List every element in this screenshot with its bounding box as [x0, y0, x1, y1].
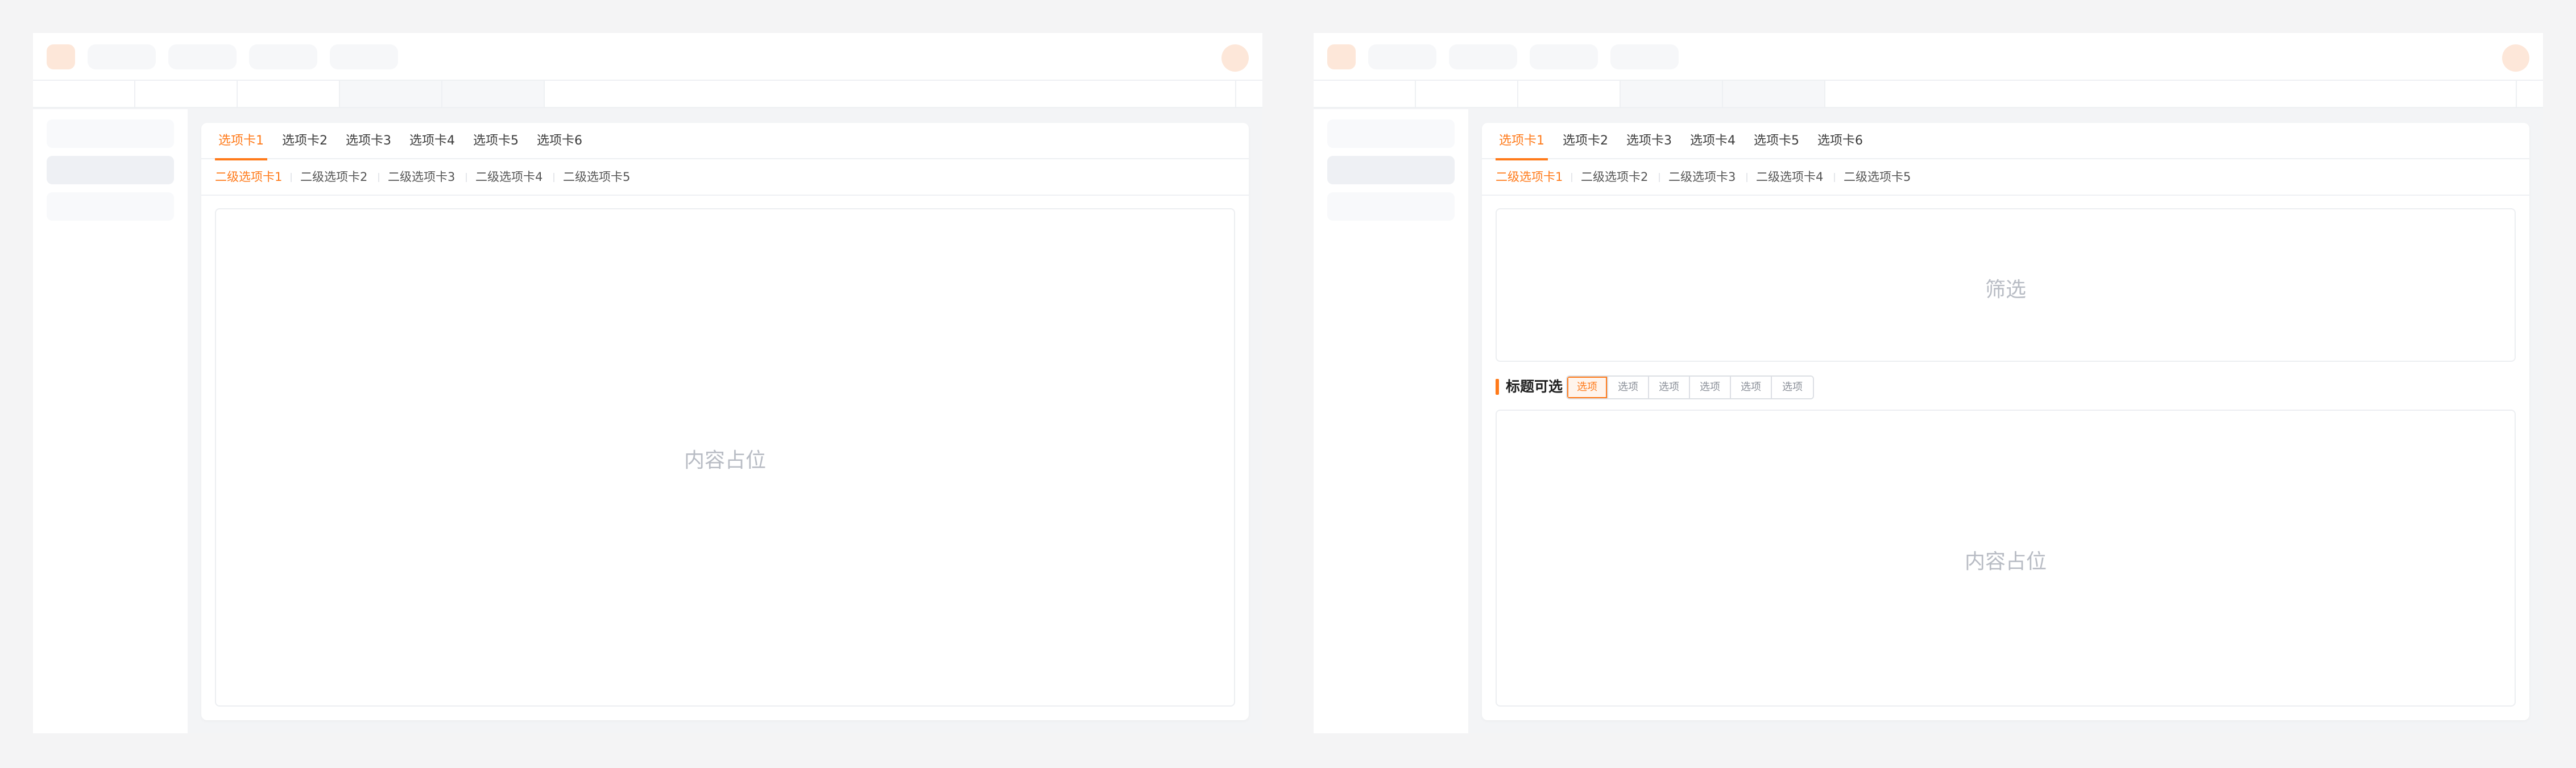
subtab-divider — [1834, 173, 1835, 182]
secondary-tabs: 二级选项卡1 二级选项卡2 二级选项卡3 二级选项卡4 二级选项卡5 — [1482, 159, 2529, 196]
top-bar — [33, 33, 1262, 81]
page-tab[interactable] — [442, 81, 545, 107]
content-area: 内容占位 — [1496, 410, 2516, 707]
tab-2[interactable]: 选项卡2 — [279, 123, 331, 159]
tab-5[interactable]: 选项卡5 — [1750, 123, 1803, 159]
content-placeholder: 内容占位 — [684, 449, 766, 472]
section-header: 标题可选 选项 选项 选项 选项 选项 选项 — [1496, 374, 2516, 399]
secondary-tabs: 二级选项卡1 二级选项卡2 二级选项卡3 二级选项卡4 二级选项卡5 — [201, 159, 1249, 196]
subtab-2[interactable]: 二级选项卡2 — [1581, 159, 1648, 195]
logo — [47, 44, 75, 69]
top-nav-item[interactable] — [249, 44, 317, 69]
page-tab[interactable] — [1723, 81, 1825, 107]
top-nav-item[interactable] — [168, 44, 237, 69]
top-nav-item[interactable] — [88, 44, 156, 69]
section-title: 标题可选 — [1506, 378, 1563, 395]
subtab-4[interactable]: 二级选项卡4 — [475, 159, 542, 195]
sidebar-item-active[interactable] — [1327, 156, 1455, 184]
tab-1[interactable]: 选项卡1 — [1496, 123, 1548, 160]
tab-3[interactable]: 选项卡3 — [342, 123, 395, 159]
subtab-3[interactable]: 二级选项卡3 — [388, 159, 455, 195]
page-tab[interactable] — [33, 81, 135, 107]
sidebar-item[interactable] — [47, 192, 174, 221]
subtab-1[interactable]: 二级选项卡1 — [1496, 159, 1563, 195]
subtab-divider — [1746, 173, 1747, 182]
subtab-5[interactable]: 二级选项卡5 — [1844, 159, 1911, 195]
sidebar — [1314, 109, 1468, 733]
main-panel: 选项卡1 选项卡2 选项卡3 选项卡4 选项卡5 选项卡6 二级选项卡1 二级选… — [201, 123, 1249, 720]
content-placeholder: 内容占位 — [1964, 550, 2047, 573]
page-tab-more[interactable] — [2516, 81, 2543, 107]
page-tab[interactable] — [340, 81, 442, 107]
main-panel: 选项卡1 选项卡2 选项卡3 选项卡4 选项卡5 选项卡6 二级选项卡1 二级选… — [1482, 123, 2529, 720]
tab-6[interactable]: 选项卡6 — [533, 123, 586, 159]
tab-3[interactable]: 选项卡3 — [1623, 123, 1675, 159]
page-tab[interactable] — [135, 81, 238, 107]
segment-option-4[interactable]: 选项 — [1690, 377, 1731, 398]
subtab-2[interactable]: 二级选项卡2 — [300, 159, 367, 195]
page-tab-strip — [1314, 81, 2543, 108]
logo — [1327, 44, 1356, 69]
tab-4[interactable]: 选项卡4 — [1687, 123, 1739, 159]
segment-option-6[interactable]: 选项 — [1772, 377, 1813, 398]
top-nav-item[interactable] — [330, 44, 398, 69]
subtab-4[interactable]: 二级选项卡4 — [1756, 159, 1823, 195]
sidebar-item[interactable] — [1327, 192, 1455, 221]
page-tab[interactable] — [1314, 81, 1416, 107]
subtab-1[interactable]: 二级选项卡1 — [215, 159, 282, 195]
segmented-control: 选项 选项 选项 选项 选项 选项 — [1566, 375, 1814, 399]
filter-area: 筛选 — [1496, 208, 2516, 362]
tab-1[interactable]: 选项卡1 — [215, 123, 267, 160]
app-window-left: 选项卡1 选项卡2 选项卡3 选项卡4 选项卡5 选项卡6 二级选项卡1 二级选… — [33, 33, 1262, 733]
tab-5[interactable]: 选项卡5 — [470, 123, 522, 159]
avatar[interactable] — [2502, 44, 2529, 72]
page-tab[interactable] — [1518, 81, 1621, 107]
primary-tabs: 选项卡1 选项卡2 选项卡3 选项卡4 选项卡5 选项卡6 — [1482, 123, 2529, 160]
content-area: 内容占位 — [215, 208, 1235, 707]
top-nav-item[interactable] — [1368, 44, 1436, 69]
subtab-divider — [1659, 173, 1660, 182]
subtab-divider — [553, 173, 554, 182]
sidebar-item[interactable] — [47, 119, 174, 148]
avatar[interactable] — [1221, 44, 1249, 72]
page-tab-more[interactable] — [1235, 81, 1262, 107]
segment-option-1[interactable]: 选项 — [1567, 377, 1608, 398]
page-tab[interactable] — [1621, 81, 1723, 107]
tab-4[interactable]: 选项卡4 — [406, 123, 458, 159]
sidebar — [33, 109, 188, 733]
page-tab[interactable] — [1416, 81, 1518, 107]
sidebar-item-active[interactable] — [47, 156, 174, 184]
segment-option-2[interactable]: 选项 — [1608, 377, 1649, 398]
segment-option-5[interactable]: 选项 — [1731, 377, 1772, 398]
subtab-divider — [1571, 173, 1572, 182]
app-window-right: 选项卡1 选项卡2 选项卡3 选项卡4 选项卡5 选项卡6 二级选项卡1 二级选… — [1314, 33, 2543, 733]
segment-option-3[interactable]: 选项 — [1649, 377, 1690, 398]
top-nav-item[interactable] — [1530, 44, 1598, 69]
subtab-5[interactable]: 二级选项卡5 — [563, 159, 630, 195]
top-nav-item[interactable] — [1449, 44, 1517, 69]
subtab-divider — [291, 173, 292, 182]
sidebar-item[interactable] — [1327, 119, 1455, 148]
tab-2[interactable]: 选项卡2 — [1559, 123, 1612, 159]
subtab-divider — [466, 173, 467, 182]
subtab-divider — [378, 173, 379, 182]
page-tab[interactable] — [238, 81, 340, 107]
subtab-3[interactable]: 二级选项卡3 — [1668, 159, 1736, 195]
title-accent-bar — [1496, 379, 1499, 395]
primary-tabs: 选项卡1 选项卡2 选项卡3 选项卡4 选项卡5 选项卡6 — [201, 123, 1249, 160]
top-nav-item[interactable] — [1610, 44, 1679, 69]
tab-6[interactable]: 选项卡6 — [1814, 123, 1866, 159]
filter-placeholder: 筛选 — [1985, 278, 2026, 302]
page-tab-strip — [33, 81, 1262, 108]
top-bar — [1314, 33, 2543, 81]
